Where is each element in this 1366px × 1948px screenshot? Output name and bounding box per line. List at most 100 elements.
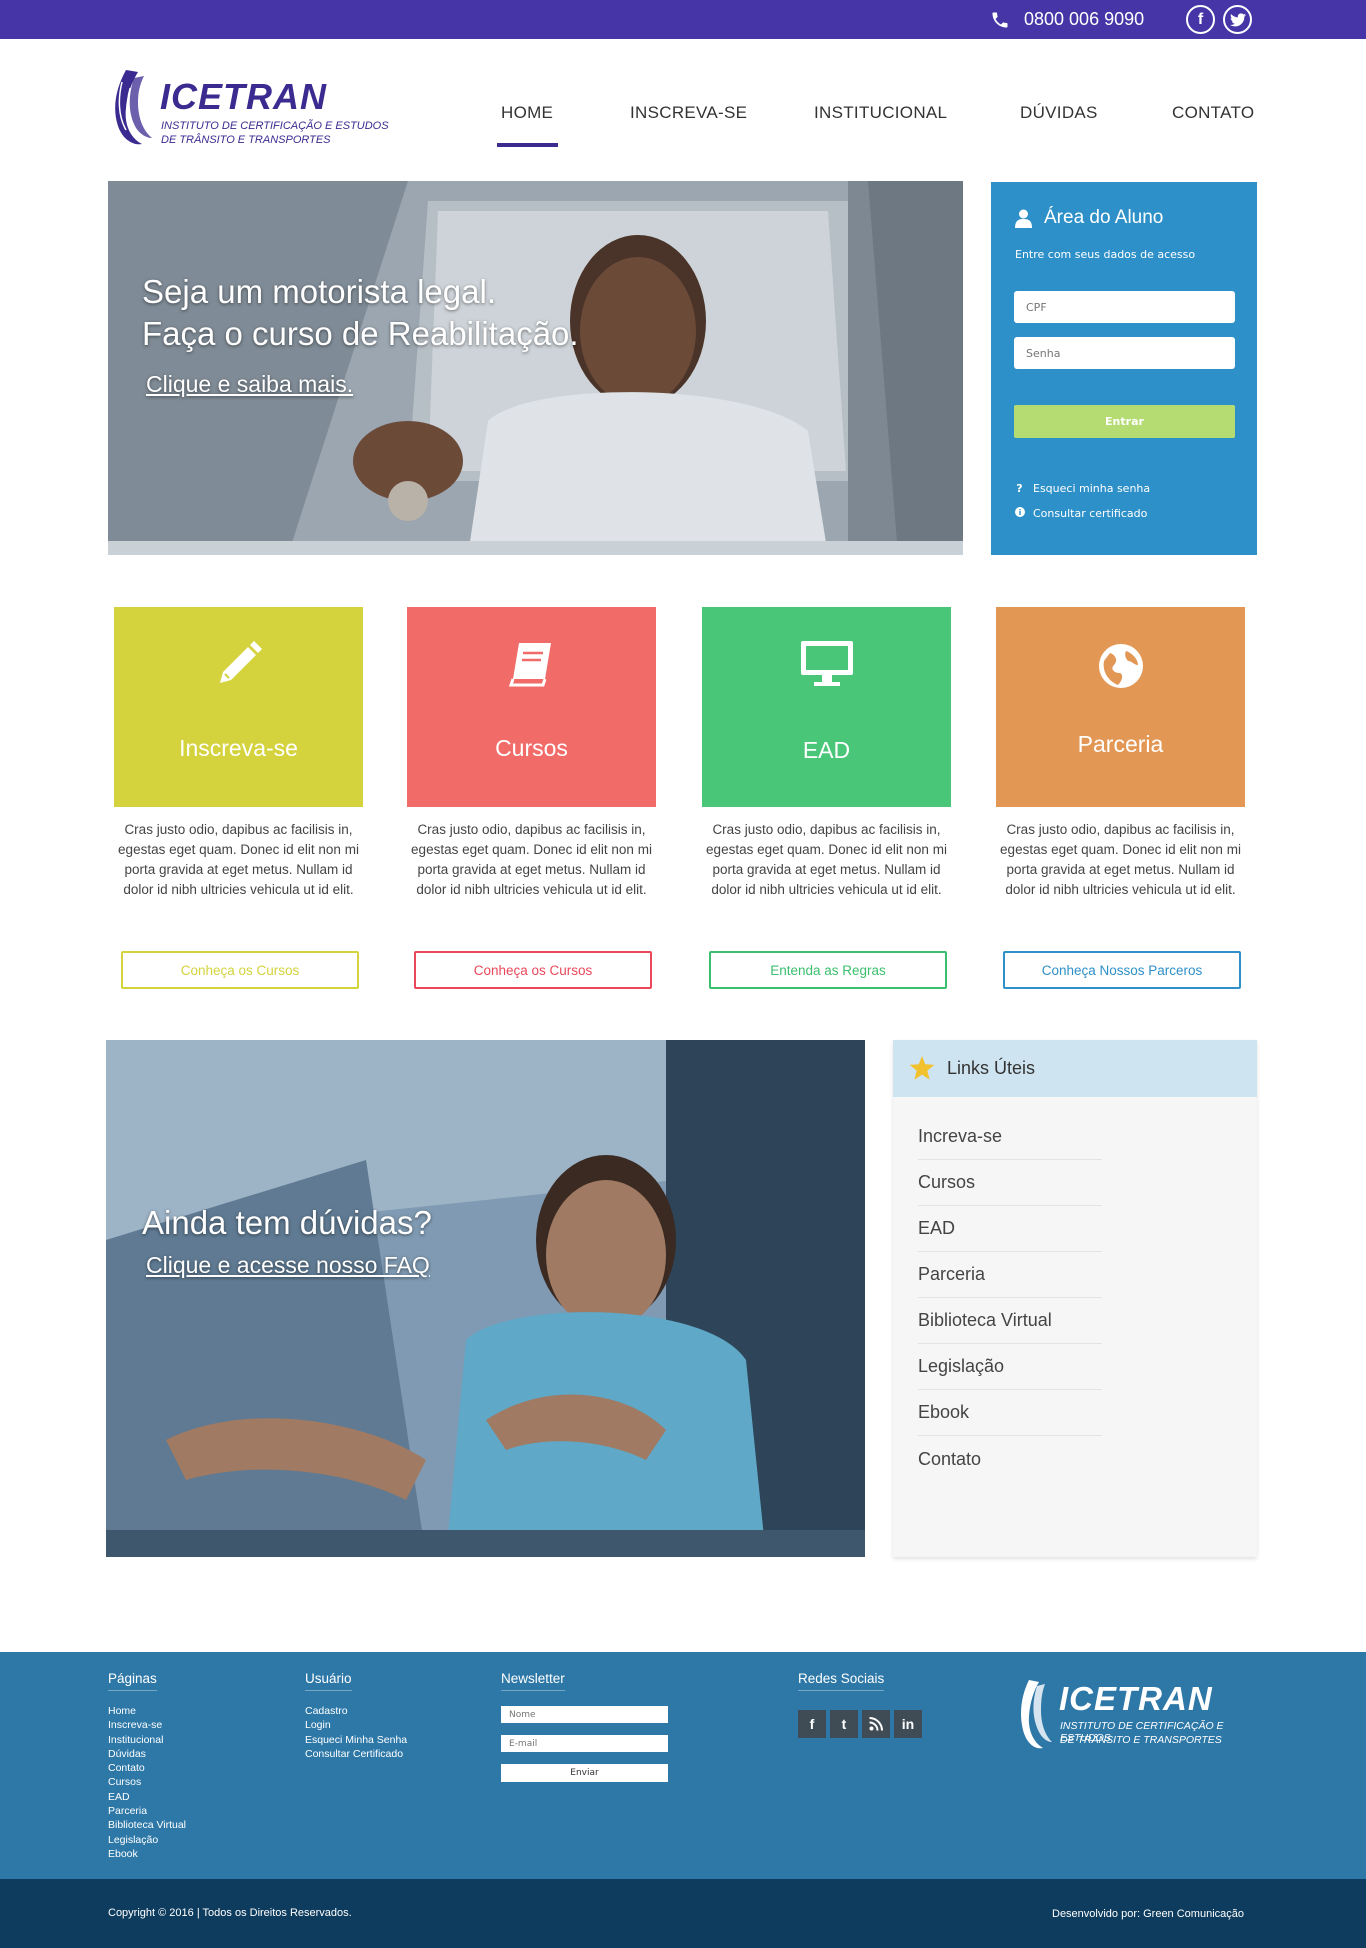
login-button[interactable]: Entrar xyxy=(1014,405,1235,438)
conheca-cursos-button[interactable]: Conheça os Cursos xyxy=(121,951,359,989)
nav-contato[interactable]: CONTATO xyxy=(1172,103,1254,123)
card-description: Cras justo odio, dapibus ac facilisis in… xyxy=(706,822,947,897)
conheca-parceiros-button[interactable]: Conheça Nossos Parceros xyxy=(1003,951,1241,989)
hero-banner[interactable]: Seja um motorista legal. Faça o curso de… xyxy=(108,181,963,555)
footer: Páginas Home Inscreva-se Institucional D… xyxy=(0,1652,1366,1879)
student-login-panel: Área do Aluno Entre com seus dados de ac… xyxy=(991,182,1257,555)
footer-link[interactable]: Home xyxy=(108,1704,186,1718)
useful-link[interactable]: Parceria xyxy=(918,1252,1102,1298)
card-ead[interactable]: EAD xyxy=(702,607,951,807)
hero-link[interactable]: Clique e saiba mais. xyxy=(146,371,353,398)
student-login-title: Área do Aluno xyxy=(1044,207,1164,228)
useful-links-list: Increva-se Cursos EAD Parceria Bibliotec… xyxy=(918,1114,1102,1482)
star-icon xyxy=(909,1056,935,1080)
hero-title: Seja um motorista legal. Faça o curso de… xyxy=(142,271,579,355)
faq-photo xyxy=(106,1040,865,1557)
card-cursos[interactable]: Cursos xyxy=(407,607,656,807)
useful-links-header: Links Úteis xyxy=(893,1040,1257,1097)
student-login-subtitle: Entre com seus dados de acesso xyxy=(1015,248,1196,261)
site-logo[interactable]: ICETRAN INSTITUTO DE CERTIFICAÇÃO E ESTU… xyxy=(108,68,398,150)
nav-active-indicator xyxy=(497,143,558,147)
user-icon xyxy=(1015,209,1032,228)
footer-link[interactable]: Consultar Certificado xyxy=(305,1747,407,1761)
certificate-link[interactable]: Consultar certificado xyxy=(1014,507,1147,520)
useful-link[interactable]: Increva-se xyxy=(918,1114,1102,1160)
newsletter-name-input[interactable] xyxy=(501,1706,668,1723)
phone-icon xyxy=(992,12,1008,27)
footer-link[interactable]: Institucional xyxy=(108,1733,186,1747)
footer-link[interactable]: Dúvidas xyxy=(108,1747,186,1761)
copyright: Copyright © 2016 | Todos os Direitos Res… xyxy=(108,1907,352,1919)
card-parceria[interactable]: Parceria xyxy=(996,607,1245,807)
info-icon xyxy=(1014,507,1025,520)
hero-title-line2: Faça o curso de Reabilitação. xyxy=(142,315,579,352)
footer-link[interactable]: Biblioteca Virtual xyxy=(108,1818,186,1832)
facebook-icon[interactable]: f xyxy=(798,1710,826,1738)
footer-link[interactable]: Ebook xyxy=(108,1847,186,1861)
rss-icon[interactable] xyxy=(862,1710,890,1738)
footer-link[interactable]: EAD xyxy=(108,1790,186,1804)
useful-link[interactable]: Legislação xyxy=(918,1344,1102,1390)
nav-inscreva-se[interactable]: INSCREVA-SE xyxy=(630,103,747,123)
footer-logo[interactable]: ICETRAN INSTITUTO DE CERTIFICAÇÃO E ESTU… xyxy=(1015,1678,1260,1758)
faq-title: Ainda tem dúvidas? xyxy=(142,1204,432,1241)
footer-link[interactable]: Esqueci Minha Senha xyxy=(305,1733,407,1747)
useful-link[interactable]: Cursos xyxy=(918,1160,1102,1206)
card-label: Cursos xyxy=(495,735,568,761)
phone-contact[interactable]: 0800 006 9090 xyxy=(990,9,1144,30)
faq-link[interactable]: Clique e acesse nosso FAQ xyxy=(146,1252,430,1279)
useful-link[interactable]: Contato xyxy=(918,1436,1102,1482)
footer-link[interactable]: Parceria xyxy=(108,1804,186,1818)
logo-subtitle-line1: INSTITUTO DE CERTIFICAÇÃO E ESTUDOS xyxy=(161,120,389,132)
useful-links-panel: Links Úteis Increva-se Cursos EAD Parcer… xyxy=(893,1040,1257,1557)
forgot-password-link[interactable]: ? Esqueci minha senha xyxy=(1014,482,1150,495)
certificate-label: Consultar certificado xyxy=(1033,507,1148,520)
password-input[interactable] xyxy=(1014,337,1235,369)
pencil-icon xyxy=(114,639,363,689)
footer-link[interactable]: Contato xyxy=(108,1761,186,1775)
developer-credit[interactable]: Desenvolvido por: Green Comunicação xyxy=(1052,1908,1244,1920)
footer-link[interactable]: Cursos xyxy=(108,1775,186,1789)
card-description: Cras justo odio, dapibus ac facilisis in… xyxy=(411,822,652,897)
tumblr-icon[interactable]: t xyxy=(830,1710,858,1738)
nav-institucional[interactable]: INSTITUCIONAL xyxy=(814,103,947,123)
hero-title-line1: Seja um motorista legal. xyxy=(142,273,496,310)
nav-duvidas[interactable]: DÚVIDAS xyxy=(1020,103,1098,123)
footer-pages-list: Home Inscreva-se Institucional Dúvidas C… xyxy=(108,1704,186,1861)
footer-social-title: Redes Sociais xyxy=(798,1671,885,1691)
footer-link[interactable]: Inscreva-se xyxy=(108,1718,186,1732)
useful-link[interactable]: EAD xyxy=(918,1206,1102,1252)
question-icon: ? xyxy=(1016,482,1023,495)
newsletter-email-input[interactable] xyxy=(501,1735,668,1752)
footer-link[interactable]: Legislação xyxy=(108,1833,186,1847)
useful-link[interactable]: Biblioteca Virtual xyxy=(918,1298,1102,1344)
monitor-icon xyxy=(702,639,951,689)
linkedin-icon[interactable]: in xyxy=(894,1710,922,1738)
cpf-input[interactable] xyxy=(1014,291,1235,323)
entenda-regras-button[interactable]: Entenda as Regras xyxy=(709,951,947,989)
twitter-icon[interactable] xyxy=(1223,5,1252,34)
footer-link[interactable]: Cadastro xyxy=(305,1704,407,1718)
nav-home[interactable]: HOME xyxy=(501,103,553,123)
bottom-bar: Copyright © 2016 | Todos os Direitos Res… xyxy=(0,1879,1366,1948)
card-label: Parceria xyxy=(1077,731,1164,757)
facebook-icon[interactable]: f xyxy=(1186,5,1215,34)
footer-user-title: Usuário xyxy=(305,1671,352,1691)
footer-user-list: Cadastro Login Esqueci Minha Senha Consu… xyxy=(305,1704,407,1761)
logo-wing-icon xyxy=(115,70,152,145)
hero-photo xyxy=(108,181,963,555)
faq-banner[interactable]: Ainda tem dúvidas? Clique e acesse nosso… xyxy=(106,1040,865,1557)
card-inscreva-se[interactable]: Inscreva-se xyxy=(114,607,363,807)
forgot-password-label: Esqueci minha senha xyxy=(1033,482,1151,495)
conheca-cursos-button-2[interactable]: Conheça os Cursos xyxy=(414,951,652,989)
useful-links-title: Links Úteis xyxy=(947,1058,1036,1078)
footer-link[interactable]: Login xyxy=(305,1718,407,1732)
footer-pages-title: Páginas xyxy=(108,1671,157,1691)
card-label: Inscreva-se xyxy=(179,735,298,761)
newsletter-send-button[interactable]: Enviar xyxy=(501,1764,668,1782)
footer-logo-subtitle-line2: DE TRÂNSITO E TRANSPORTES xyxy=(1060,1734,1222,1746)
footer-newsletter-title: Newsletter xyxy=(501,1671,565,1691)
useful-link[interactable]: Ebook xyxy=(918,1390,1102,1436)
top-bar: 0800 006 9090 f xyxy=(0,0,1366,39)
globe-icon xyxy=(996,643,1245,689)
